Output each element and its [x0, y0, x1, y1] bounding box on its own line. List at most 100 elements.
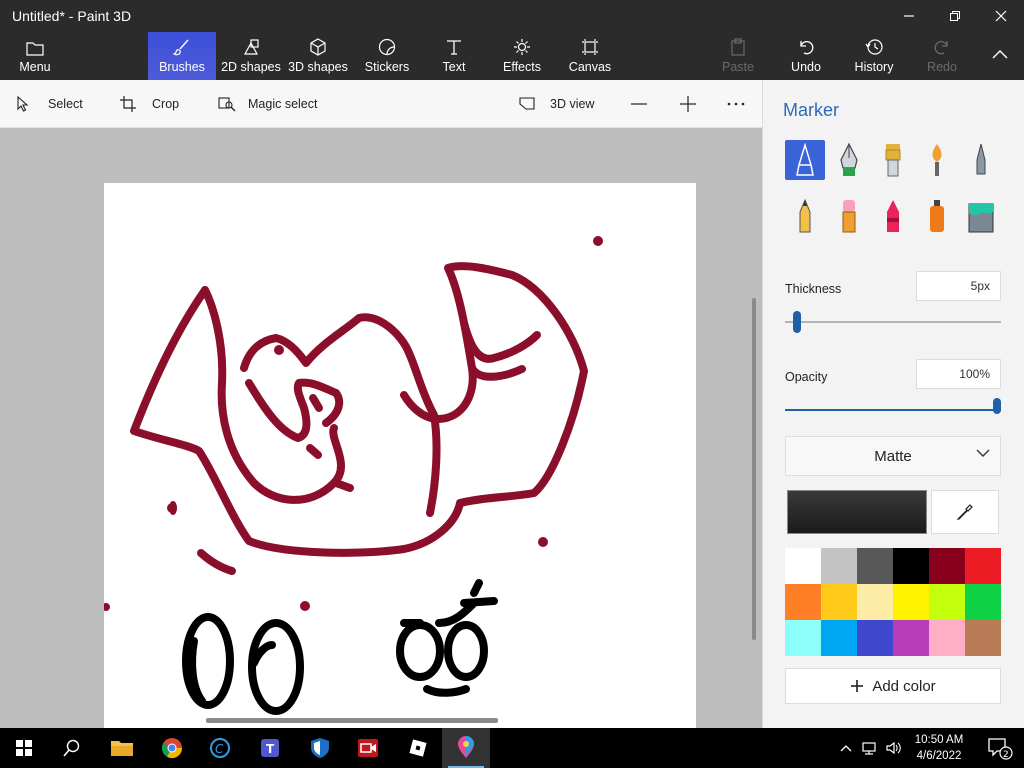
color-swatch[interactable]	[965, 620, 1001, 656]
restore-button[interactable]	[932, 0, 978, 32]
tab-text[interactable]: Text	[430, 32, 478, 80]
color-swatch[interactable]	[929, 620, 965, 656]
3d-view-button[interactable]: 3D view	[518, 92, 594, 116]
redo-button[interactable]: Redo	[918, 32, 966, 80]
search-button[interactable]	[48, 728, 96, 768]
minimize-button[interactable]	[886, 0, 932, 32]
action-center-button[interactable]: 2	[976, 728, 1024, 768]
defender-button[interactable]	[296, 728, 344, 768]
clock-date: 4/6/2022	[916, 750, 962, 762]
tab-2d-shapes[interactable]: 2D shapes	[218, 32, 284, 80]
add-color-button[interactable]: Add color	[785, 668, 1001, 704]
magic-select-button[interactable]: Magic select	[218, 92, 317, 116]
spray-can-brush[interactable]	[917, 196, 957, 236]
thickness-label: Thickness	[785, 282, 842, 296]
color-swatch[interactable]	[893, 584, 929, 620]
paste-button[interactable]: Paste	[714, 32, 762, 80]
oil-brush[interactable]	[873, 140, 913, 180]
color-swatch[interactable]	[857, 584, 893, 620]
opacity-input[interactable]: 100%	[916, 359, 1001, 389]
horizontal-scrollbar[interactable]	[206, 718, 498, 723]
volume-button[interactable]	[882, 728, 906, 768]
tab-label: Brushes	[159, 60, 205, 74]
teams-icon: T	[261, 739, 279, 757]
file-explorer-button[interactable]	[98, 728, 146, 768]
svg-text:T: T	[266, 742, 275, 756]
chrome-button[interactable]	[148, 728, 196, 768]
color-swatch[interactable]	[821, 548, 857, 584]
crop-button[interactable]: Crop	[120, 92, 179, 116]
thickness-input[interactable]: 5px	[916, 271, 1001, 301]
redo-label: Redo	[927, 60, 957, 74]
tab-label: Stickers	[364, 60, 410, 74]
tab-stickers[interactable]: Stickers	[360, 32, 414, 80]
color-swatch[interactable]	[821, 620, 857, 656]
history-button[interactable]: History	[848, 32, 900, 80]
fill-brush[interactable]	[961, 196, 1001, 236]
tab-canvas[interactable]: Canvas	[566, 32, 614, 80]
eyedropper-button[interactable]	[931, 490, 999, 534]
color-swatch[interactable]	[857, 620, 893, 656]
color-swatch[interactable]	[929, 584, 965, 620]
color-swatch[interactable]	[785, 548, 821, 584]
camera-app-icon	[358, 739, 378, 757]
color-palette	[785, 548, 1001, 656]
oil-brush-icon	[885, 144, 901, 177]
thickness-slider-thumb[interactable]	[793, 311, 801, 333]
drawing	[102, 236, 603, 715]
color-swatch[interactable]	[785, 584, 821, 620]
plus-icon	[851, 680, 864, 692]
paint3d-button[interactable]	[442, 728, 490, 768]
collapse-ribbon-button[interactable]	[984, 32, 1016, 80]
brush-icon	[173, 39, 189, 56]
current-color-swatch[interactable]	[787, 490, 927, 534]
color-swatch[interactable]	[893, 620, 929, 656]
network-button[interactable]	[858, 728, 882, 768]
pencil-brush[interactable]	[785, 196, 825, 236]
more-options-button[interactable]	[727, 92, 745, 116]
color-swatch[interactable]	[821, 584, 857, 620]
magic-select-label: Magic select	[248, 97, 318, 111]
crayon-brush[interactable]	[873, 196, 913, 236]
cortana-button[interactable]: C	[196, 728, 244, 768]
color-swatch[interactable]	[785, 620, 821, 656]
drawing-canvas[interactable]	[102, 183, 696, 728]
teams-button[interactable]: T	[246, 728, 294, 768]
start-button[interactable]	[0, 728, 48, 768]
undo-button[interactable]: Undo	[782, 32, 830, 80]
thickness-slider-track[interactable]	[785, 321, 1001, 323]
select-button[interactable]: Select	[16, 92, 83, 116]
tab-3d-shapes[interactable]: 3D shapes	[286, 32, 350, 80]
zoom-in-button[interactable]	[679, 92, 697, 116]
marker-brush[interactable]	[785, 140, 825, 180]
svg-text:C: C	[215, 742, 224, 756]
color-swatch[interactable]	[965, 584, 1001, 620]
menu-button[interactable]: Menu	[10, 32, 60, 80]
marker-icon	[796, 143, 814, 176]
color-swatch[interactable]	[893, 548, 929, 584]
show-hidden-icons-button[interactable]	[834, 728, 858, 768]
zoom-out-button[interactable]	[630, 92, 648, 116]
roblox-button[interactable]	[394, 728, 442, 768]
watercolor-brush[interactable]	[917, 140, 957, 180]
color-swatch[interactable]	[929, 548, 965, 584]
close-button[interactable]	[978, 0, 1024, 32]
color-swatch[interactable]	[965, 548, 1001, 584]
volume-icon	[886, 741, 901, 755]
color-swatch[interactable]	[857, 548, 893, 584]
finish-dropdown[interactable]: Matte	[785, 436, 1001, 476]
eraser-icon	[842, 200, 856, 233]
pixel-pen-brush[interactable]	[961, 140, 1001, 180]
workspace[interactable]	[0, 128, 762, 728]
tab-label: 3D shapes	[288, 60, 348, 74]
undo-label: Undo	[791, 60, 821, 74]
tab-effects[interactable]: Effects	[498, 32, 546, 80]
clock[interactable]: 10:50 AM 4/6/2022	[908, 732, 970, 764]
tab-brushes[interactable]: Brushes	[148, 32, 216, 80]
eraser-brush[interactable]	[829, 196, 869, 236]
camera-app-button[interactable]	[344, 728, 392, 768]
folder-icon	[26, 42, 44, 56]
vertical-scrollbar[interactable]	[752, 298, 756, 640]
opacity-slider-thumb[interactable]	[993, 398, 1001, 414]
calligraphy-pen-brush[interactable]	[829, 140, 869, 180]
